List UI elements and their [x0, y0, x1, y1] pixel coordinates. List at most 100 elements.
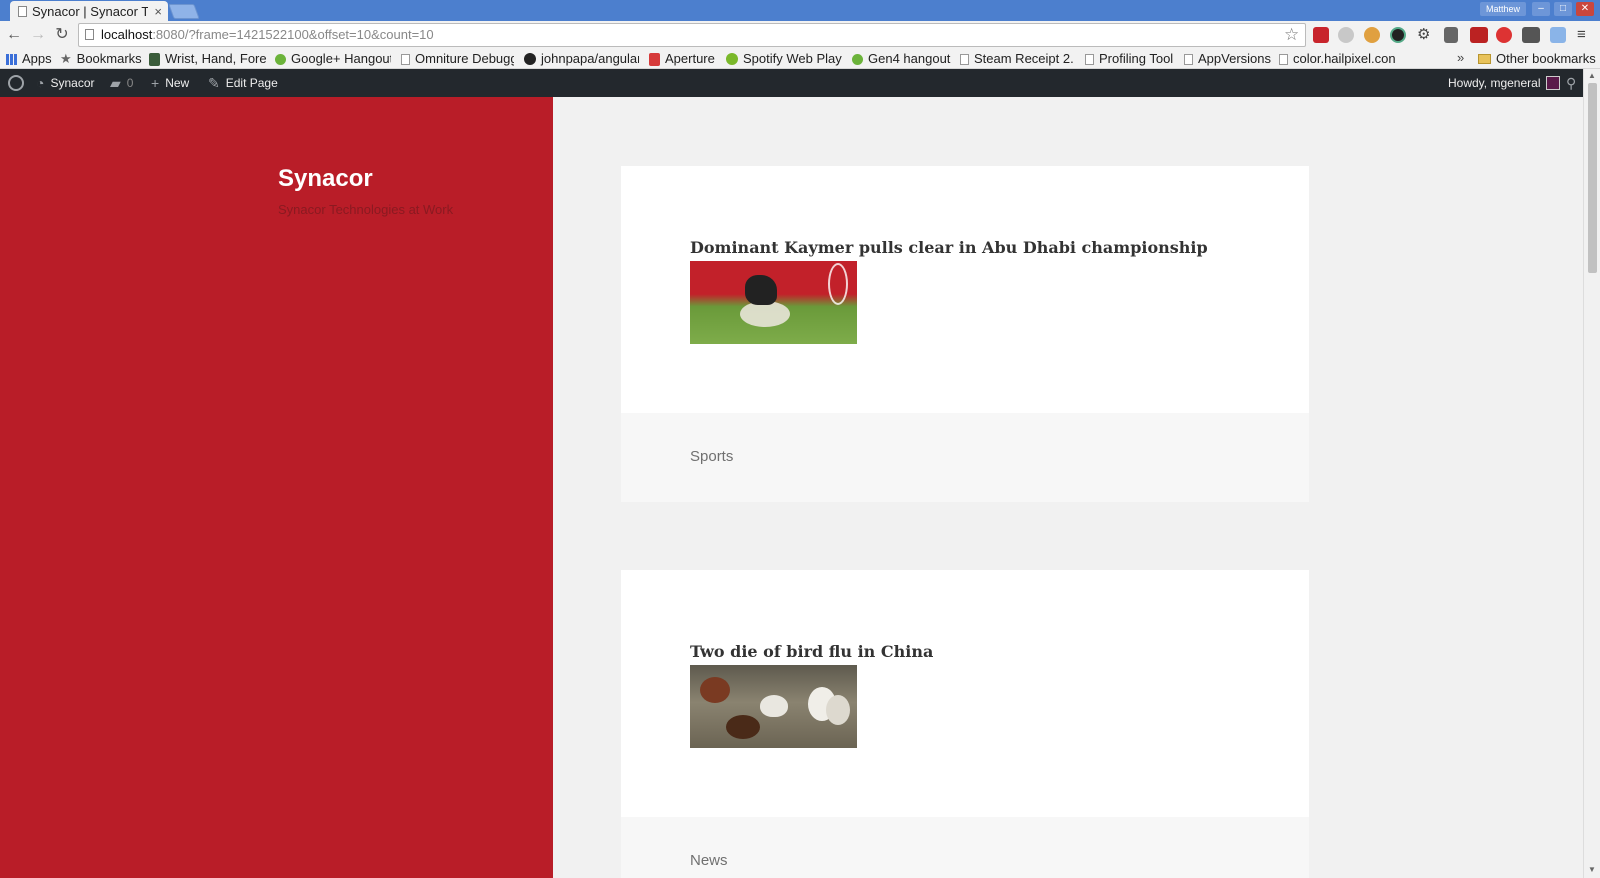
tab-title: Synacor | Synacor Te [32, 3, 149, 19]
page-icon [401, 53, 410, 65]
bookmarks-bar: Apps ★ Bookmarks Wrist, Hand, Fore Google… [0, 49, 1600, 69]
avatar [1546, 76, 1561, 90]
dashboard-icon: ◔ [36, 75, 45, 91]
gear-icon[interactable]: ⚙ [1417, 27, 1433, 43]
page-scrollbar[interactable]: ▲ ▼ [1583, 69, 1600, 878]
admin-new-label: New [165, 76, 190, 90]
admin-account-menu[interactable]: Howdy, mgeneral [1448, 69, 1561, 97]
site-title[interactable]: Synacor [278, 165, 373, 193]
cookie-extension-icon[interactable] [1364, 27, 1380, 43]
off-extension-icon[interactable] [1522, 27, 1540, 43]
close-tab-icon[interactable]: × [148, 4, 168, 19]
bookmark-johnpapa[interactable]: johnpapa/angular [524, 50, 639, 68]
bookmark-star-icon[interactable]: ☆ [1284, 25, 1299, 45]
page-info-icon[interactable] [85, 29, 94, 40]
bookmark-spotify[interactable]: Spotify Web Play [726, 50, 842, 68]
extension-icon[interactable] [1496, 27, 1512, 43]
wordpress-logo-icon[interactable] [8, 69, 24, 97]
menu-icon[interactable]: ≡ [1577, 27, 1593, 43]
apps-icon [6, 53, 17, 65]
folder-icon [1478, 54, 1491, 64]
bookmark-label: Bookmarks [76, 51, 142, 66]
page-icon [1085, 53, 1094, 65]
browser-toolbar: ← → ↻ localhost:8080/?frame=1421522100&o… [0, 21, 1600, 49]
profile-name[interactable]: Matthew [1480, 2, 1527, 16]
bookmark-favicon-icon [149, 52, 160, 66]
admin-new-link[interactable]: + New [151, 69, 189, 97]
post-footer: News [621, 817, 1309, 878]
more-bookmarks-chevron-icon[interactable]: » [1457, 50, 1464, 65]
new-tab-button[interactable] [168, 4, 200, 19]
maximize-button[interactable]: □ [1554, 2, 1572, 16]
close-window-button[interactable]: ✕ [1576, 2, 1594, 16]
search-icon[interactable]: ⚲ [1566, 69, 1576, 97]
bookmark-label: AppVersions [1198, 51, 1271, 66]
admin-edit-page-link[interactable]: ✎ Edit Page [208, 69, 278, 97]
aperture-icon [649, 52, 660, 66]
bookmark-label: Wrist, Hand, Fore [165, 51, 266, 66]
page-icon [1279, 53, 1288, 65]
hangouts-icon [275, 53, 286, 65]
bookmark-label: Omniture Debugg [415, 51, 514, 66]
back-arrow-icon[interactable]: ← [4, 25, 24, 45]
bookmark-label: Aperture [665, 51, 715, 66]
eyedropper-icon[interactable] [1444, 27, 1458, 43]
reload-icon[interactable]: ↻ [52, 25, 72, 45]
bookmark-aperture[interactable]: Aperture [649, 50, 722, 68]
page-favicon-icon [18, 5, 27, 17]
bookmark-label: Profiling Tool [1099, 51, 1174, 66]
other-bookmarks-folder[interactable]: Other bookmarks [1478, 50, 1596, 68]
post-thumbnail-image[interactable] [690, 261, 857, 344]
browser-tab[interactable]: Synacor | Synacor Te × [10, 1, 168, 21]
admin-edit-label: Edit Page [225, 76, 278, 90]
bookmark-gen4-hangout[interactable]: Gen4 hangout [852, 50, 952, 68]
post-headline[interactable]: Dominant Kaymer pulls clear in Abu Dhabi… [690, 238, 1208, 257]
extension-icon[interactable] [1390, 27, 1406, 43]
bookmark-label: Apps [22, 51, 52, 66]
site-description: Synacor Technologies at Work [278, 202, 454, 217]
bookmark-profiling-tool[interactable]: Profiling Tool [1085, 50, 1180, 68]
admin-site-name: Synacor [50, 76, 95, 90]
page-icon [1184, 53, 1193, 65]
bookmark-wrist[interactable]: Wrist, Hand, Fore [149, 50, 266, 68]
bookmark-label: Spotify Web Play [743, 51, 842, 66]
scroll-down-arrow-icon[interactable]: ▼ [1588, 865, 1596, 874]
bookmark-label: Google+ Hangout [291, 51, 391, 66]
browser-titlebar: Synacor | Synacor Te × Matthew – □ ✕ [0, 0, 1600, 21]
bookmark-omniture[interactable]: Omniture Debugg [401, 50, 514, 68]
post-category-link[interactable]: Sports [690, 448, 733, 465]
post-footer: Sports [621, 413, 1309, 502]
bookmark-apps[interactable]: Apps [6, 50, 52, 68]
extension-icon[interactable] [1338, 27, 1354, 43]
star-icon: ★ [60, 51, 72, 66]
post-headline[interactable]: Two die of bird flu in China [690, 642, 933, 661]
bookmark-google-hangout[interactable]: Google+ Hangout [275, 50, 391, 68]
forward-arrow-icon[interactable]: → [28, 25, 48, 45]
scroll-thumb[interactable] [1588, 83, 1597, 273]
hangouts-icon [852, 53, 863, 65]
page-icon [960, 53, 969, 65]
extension-icon[interactable] [1313, 27, 1329, 43]
site-sidebar [0, 97, 553, 878]
bookmark-label: Gen4 hangout [868, 51, 951, 66]
admin-comments-link[interactable]: ▰ 0 [110, 69, 133, 97]
scroll-up-arrow-icon[interactable]: ▲ [1588, 71, 1596, 80]
bookmark-steam-receipt[interactable]: Steam Receipt 2. [960, 50, 1074, 68]
plus-icon: + [151, 75, 160, 91]
comments-count: 0 [126, 76, 134, 90]
bookmark-hailpixel[interactable]: color.hailpixel.con [1279, 50, 1395, 68]
minimize-button[interactable]: – [1532, 2, 1550, 16]
bookmark-label: johnpapa/angular [541, 51, 639, 66]
bookmark-label: Other bookmarks [1496, 51, 1596, 66]
bookmark-label: color.hailpixel.con [1293, 51, 1395, 66]
post-card: Two die of bird flu in China News [621, 570, 1309, 878]
address-bar[interactable]: localhost:8080/?frame=1421522100&offset=… [78, 23, 1306, 47]
post-category-link[interactable]: News [690, 852, 728, 869]
bookmark-appversions[interactable]: AppVersions [1184, 50, 1276, 68]
bookmark-bookmarks[interactable]: ★ Bookmarks [60, 50, 142, 68]
extension-icon[interactable] [1550, 27, 1566, 43]
extension-icon[interactable] [1470, 27, 1488, 43]
post-thumbnail-image[interactable] [690, 665, 857, 748]
github-icon [524, 53, 536, 65]
admin-site-link[interactable]: ◔ Synacor [36, 69, 95, 97]
